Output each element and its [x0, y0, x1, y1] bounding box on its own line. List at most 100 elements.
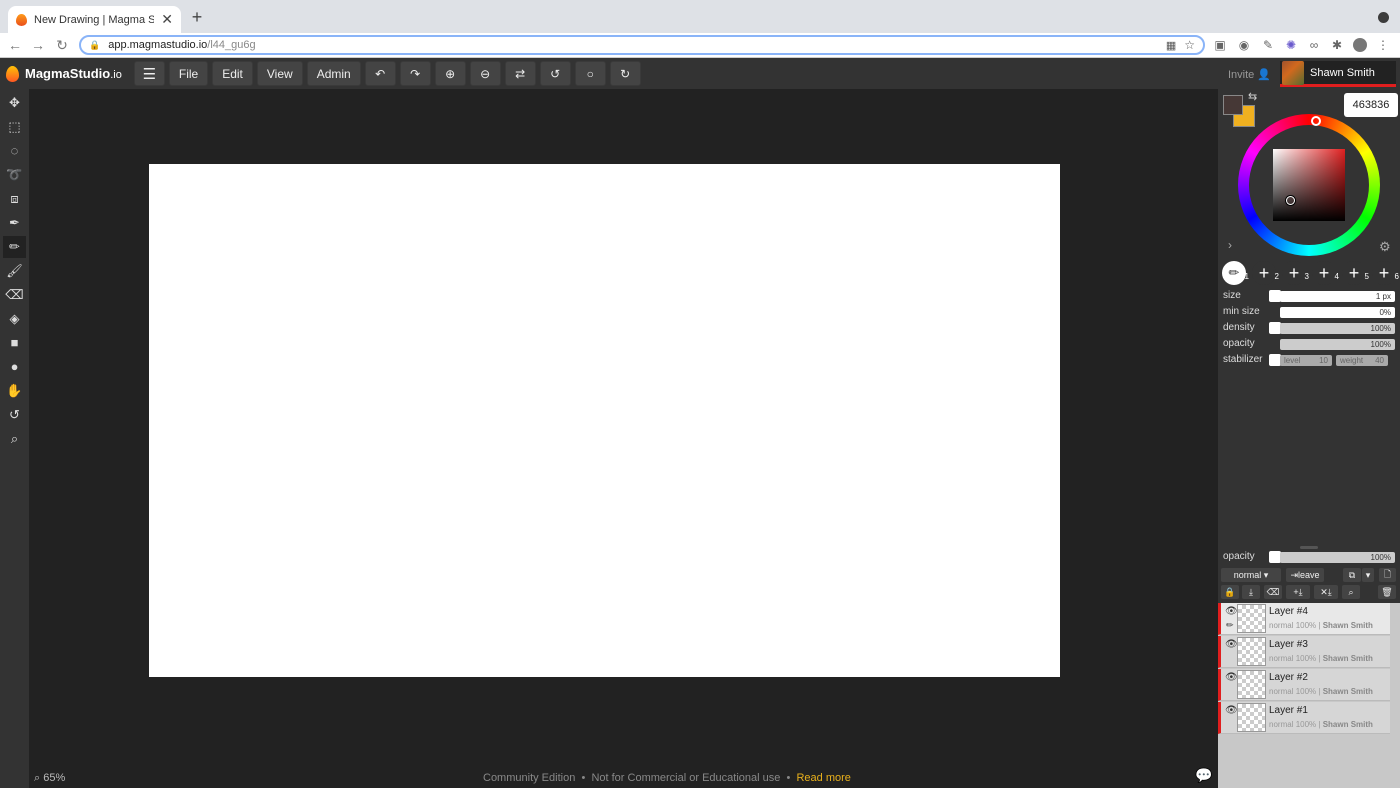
link-icon[interactable]: ∞: [1307, 38, 1321, 52]
lasso-tool-icon[interactable]: ➰: [3, 164, 26, 186]
pencil-tool-icon[interactable]: ✏: [3, 236, 26, 258]
brush-slot-2[interactable]: +2: [1252, 261, 1279, 285]
brush-slot-3[interactable]: +3: [1282, 261, 1309, 285]
reset-rotation-button[interactable]: ○: [574, 61, 606, 86]
browser-more-icon[interactable]: ⋮: [1376, 38, 1390, 52]
close-tab-icon[interactable]: ✕: [161, 11, 173, 28]
qr-code-icon[interactable]: ▦: [1166, 39, 1176, 52]
browser-menu-dot-icon[interactable]: [1378, 12, 1389, 23]
hex-color-input[interactable]: 463836: [1344, 93, 1398, 117]
settings-extension-icon[interactable]: ✺: [1284, 38, 1298, 52]
layer-row[interactable]: 👁 Layer #3 normal 100% | Shawn Smith: [1218, 636, 1390, 668]
leave-button[interactable]: ⇥ leave: [1286, 568, 1324, 582]
extension-save-icon[interactable]: ▣: [1213, 38, 1227, 52]
eye-icon[interactable]: 👁: [1225, 639, 1238, 650]
eyedropper-extension-icon[interactable]: ✎: [1261, 38, 1275, 52]
layer-search-icon[interactable]: ⌕: [1342, 585, 1360, 599]
browser-tab[interactable]: New Drawing | Magma Studio ✕: [8, 6, 181, 33]
reload-icon[interactable]: ↻: [53, 36, 71, 54]
min-size-slider[interactable]: 0%: [1280, 307, 1395, 318]
read-more-link[interactable]: Read more: [796, 772, 850, 784]
ellipse-select-tool-icon[interactable]: ◌: [3, 140, 26, 162]
density-slider[interactable]: 100%: [1280, 323, 1395, 334]
rectangle-tool-icon[interactable]: ■: [3, 332, 26, 354]
panel-resize-handle[interactable]: [1300, 546, 1318, 549]
stabilizer-level-slider[interactable]: level 10: [1280, 355, 1332, 366]
duplicate-dropdown-icon[interactable]: ▾: [1362, 568, 1374, 582]
merge-down-icon[interactable]: ⤓: [1242, 585, 1260, 599]
new-tab-icon[interactable]: +: [188, 8, 206, 26]
view-menu-button[interactable]: View: [256, 61, 303, 86]
clear-layer-icon[interactable]: ⌫: [1264, 585, 1282, 599]
zoom-out-button[interactable]: ⊖: [469, 61, 501, 86]
saturation-value-square[interactable]: [1273, 149, 1345, 221]
hamburger-menu-button[interactable]: ☰: [133, 61, 165, 86]
size-slider[interactable]: 1 px: [1280, 291, 1395, 302]
user-badge[interactable]: Shawn Smith: [1280, 60, 1396, 87]
opacity-slider[interactable]: 100%: [1280, 339, 1395, 350]
profile-avatar-icon[interactable]: [1353, 38, 1367, 52]
file-menu-button[interactable]: File: [168, 61, 209, 86]
browser-tabstrip: New Drawing | Magma Studio ✕ +: [0, 0, 1400, 33]
layer-row[interactable]: 👁 Layer #2 normal 100% | Shawn Smith: [1218, 669, 1390, 701]
hue-knob[interactable]: [1311, 116, 1321, 126]
move-tool-icon[interactable]: ✥: [3, 92, 26, 114]
drawing-canvas[interactable]: [149, 164, 1060, 677]
brush-tool-icon[interactable]: 🖌: [3, 260, 26, 282]
ellipse-tool-icon[interactable]: ●: [3, 356, 26, 378]
undo-button[interactable]: ↶: [364, 61, 396, 86]
brush-slot-4[interactable]: +4: [1312, 261, 1339, 285]
eyedropper-tool-icon[interactable]: ✒: [3, 212, 26, 234]
eye-icon[interactable]: 👁: [1225, 705, 1238, 716]
flip-view-button[interactable]: ⇄: [504, 61, 536, 86]
chevron-right-icon[interactable]: ›: [1228, 238, 1232, 252]
admin-menu-button[interactable]: Admin: [306, 61, 361, 86]
camera-icon[interactable]: ◉: [1237, 38, 1251, 52]
redo-button[interactable]: ↷: [399, 61, 431, 86]
eraser-tool-icon[interactable]: ⌫: [3, 284, 26, 306]
rotate-tool-icon[interactable]: ↺: [3, 404, 26, 426]
remove-merge-icon[interactable]: ✕⤓: [1314, 585, 1338, 599]
rotate-left-button[interactable]: ↺: [539, 61, 571, 86]
brush-slot-6[interactable]: +6: [1372, 261, 1399, 285]
eye-icon[interactable]: 👁: [1225, 606, 1238, 617]
brush-slot-1[interactable]: ✏ 1: [1222, 261, 1249, 285]
rect-select-tool-icon[interactable]: ⬚: [3, 116, 26, 138]
brush-slot-5[interactable]: +5: [1342, 261, 1369, 285]
gear-icon[interactable]: ⚙: [1379, 239, 1391, 255]
redo-icon: ↷: [410, 66, 421, 81]
weight-label: weight: [1340, 356, 1364, 365]
invite-button[interactable]: Invite 👤: [1228, 68, 1271, 81]
transform-tool-icon[interactable]: ⧈: [3, 188, 26, 210]
layer-meta: normal 100% | Shawn Smith: [1269, 621, 1373, 630]
magma-logo[interactable]: MagmaStudio.io: [6, 65, 122, 82]
new-layer-button[interactable]: 🗋: [1379, 568, 1396, 582]
layer-row[interactable]: 👁 ✏ Layer #4 normal 100% | Shawn Smith: [1218, 603, 1390, 635]
chat-icon[interactable]: 💬: [1195, 767, 1212, 784]
blend-mode-select[interactable]: normal ▾: [1221, 568, 1281, 582]
forward-icon[interactable]: →: [29, 36, 47, 54]
rotate-right-button[interactable]: ↻: [609, 61, 641, 86]
hand-tool-icon[interactable]: ✋: [3, 380, 26, 402]
stabilizer-weight-slider[interactable]: weight 40: [1336, 355, 1388, 366]
paint-bucket-tool-icon[interactable]: ◈: [3, 308, 26, 330]
layer-opacity-slider[interactable]: 100%: [1280, 552, 1395, 563]
bookmark-star-icon[interactable]: ☆: [1184, 38, 1195, 52]
puzzle-extensions-icon[interactable]: ✱: [1330, 38, 1344, 52]
delete-layer-icon[interactable]: 🗑: [1378, 585, 1396, 599]
add-merge-icon[interactable]: +⤓: [1286, 585, 1310, 599]
hamburger-icon: ☰: [142, 65, 157, 83]
sv-knob[interactable]: [1286, 196, 1295, 205]
duplicate-layer-button[interactable]: ⧉: [1343, 568, 1361, 582]
back-icon[interactable]: ←: [6, 36, 24, 54]
address-bar[interactable]: 🔒 app.magmastudio.io/l44_gu6g ▦ ☆: [79, 35, 1205, 55]
edit-menu-button[interactable]: Edit: [212, 61, 253, 86]
layer-row[interactable]: 👁 Layer #1 normal 100% | Shawn Smith: [1218, 702, 1390, 734]
swap-colors-icon[interactable]: ⇆: [1248, 90, 1257, 103]
zoom-tool-icon[interactable]: ⌕: [3, 428, 26, 450]
lock-icon: 🔒: [89, 39, 101, 50]
eye-icon[interactable]: 👁: [1225, 672, 1238, 683]
primary-color-swatch[interactable]: [1223, 95, 1243, 115]
zoom-in-button[interactable]: ⊕: [434, 61, 466, 86]
lock-layer-icon[interactable]: 🔒: [1221, 585, 1239, 599]
